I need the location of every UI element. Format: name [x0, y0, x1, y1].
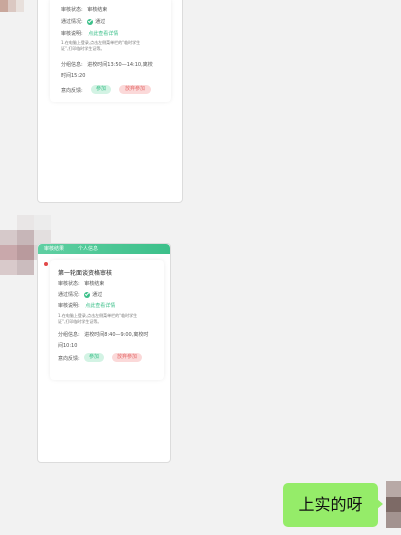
- note-line-2: 证”,打印临时学生证等。: [61, 46, 105, 51]
- tab-bar: 审核结果 个人信息: [38, 244, 170, 254]
- tab-personal-info[interactable]: 个人信息: [78, 245, 98, 252]
- group-value-line-2: 间10:10: [58, 343, 78, 349]
- tab-review-result[interactable]: 审核结果: [44, 245, 64, 252]
- check-icon: [87, 18, 94, 25]
- feedback-label: 意向反馈:: [61, 88, 83, 94]
- status-value: 审核结束: [84, 281, 105, 287]
- red-dot-icon: [44, 262, 48, 266]
- decline-button[interactable]: 放弃参加: [112, 353, 142, 362]
- review-card-top: 审核状态: 审核结束 通过情况: 通过 审核说明: 点此查看详情 1.在电脑上登…: [50, 0, 171, 102]
- join-button[interactable]: 参加: [91, 85, 111, 94]
- group-value-line-2: 时间15:20: [61, 73, 86, 79]
- group-value-line-1: 进校时间13:50—14:10,离校: [87, 62, 153, 68]
- card-title: 第一轮面谈资格审核: [58, 270, 113, 277]
- desc-label: 审核说明:: [58, 303, 80, 309]
- pass-label: 通过情况:: [58, 292, 80, 298]
- image-message-2[interactable]: 审核结果 个人信息 第一轮面谈资格审核 审核状态: 审核结束 通过情况: 通过 …: [37, 243, 171, 463]
- status-label: 审核状态:: [61, 7, 83, 13]
- note-line-2: 证”,打印临时学生证等。: [58, 319, 102, 324]
- view-details-link[interactable]: 点此查看详情: [88, 31, 118, 37]
- decline-button[interactable]: 放弃参加: [119, 85, 151, 94]
- join-button[interactable]: 参加: [84, 353, 104, 362]
- view-details-link[interactable]: 点此查看详情: [85, 303, 115, 309]
- desc-label: 审核说明:: [61, 31, 83, 37]
- image-message-1[interactable]: 审核状态: 审核结束 通过情况: 通过 审核说明: 点此查看详情 1.在电脑上登…: [37, 0, 183, 203]
- pass-value: 通过: [95, 19, 106, 25]
- review-card-bottom: 第一轮面谈资格审核 审核状态: 审核结束 通过情况: 通过 审核说明: 点此查看…: [50, 260, 164, 380]
- feedback-label: 意向反馈:: [58, 356, 80, 362]
- sent-message-text: 上实的呀: [298, 495, 363, 514]
- check-icon: [84, 291, 91, 298]
- group-label: 分组信息:: [58, 332, 80, 338]
- pass-value: 通过: [92, 292, 103, 298]
- avatar-top-left[interactable]: [0, 0, 24, 12]
- pass-label: 通过情况:: [61, 19, 83, 25]
- sent-message-bubble[interactable]: 上实的呀: [283, 483, 383, 527]
- avatar-self[interactable]: [386, 481, 401, 528]
- group-label: 分组信息:: [61, 62, 83, 68]
- group-value-line-1: 进校时间8:40—9:00,离校时: [84, 332, 149, 338]
- status-label: 审核状态:: [58, 281, 80, 287]
- status-value: 审核结束: [87, 7, 108, 13]
